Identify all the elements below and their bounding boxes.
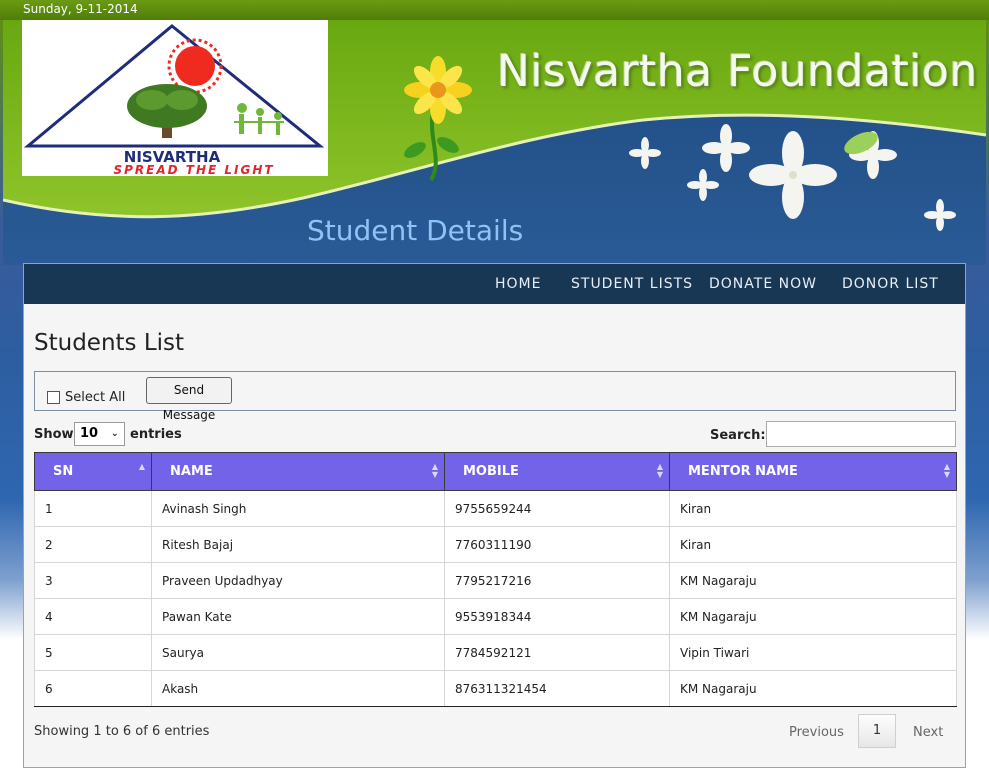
cell-mobile: 9755659244: [444, 490, 670, 527]
nav-donor-list[interactable]: DONOR LIST: [842, 276, 939, 292]
table-info: Showing 1 to 6 of 6 entries: [34, 724, 210, 739]
chevron-down-icon: ⌄: [110, 428, 119, 439]
table-row: 2 Ritesh Bajaj 7760311190 Kiran: [34, 526, 957, 563]
cell-name: Ritesh Bajaj: [151, 526, 445, 563]
students-table: SN ▲ NAME ▲ ▼ MOBILE ▲ ▼ MENTOR NAME ▲ ▼ 1 Avin…: [34, 452, 957, 707]
search-input[interactable]: [766, 421, 956, 447]
table-row: 6 Akash 876311321454 KM Nagaraju: [34, 670, 957, 707]
column-header-name[interactable]: NAME ▲ ▼: [151, 452, 445, 491]
cell-sn: 5: [34, 634, 152, 671]
cell-name: Saurya: [151, 634, 445, 671]
column-header-label: MOBILE: [463, 464, 519, 479]
cell-mobile: 7795217216: [444, 562, 670, 599]
entries-select-value: 10: [80, 426, 99, 441]
logo-tagline: SPREAD THE LIGHT: [113, 163, 274, 176]
logo-artwork: NISVARTHA SPREAD THE LIGHT: [22, 20, 328, 177]
table-row: 3 Praveen Updadhyay 7795217216 KM Nagara…: [34, 562, 957, 599]
table-row: 5 Saurya 7784592121 Vipin Tiwari: [34, 634, 957, 671]
column-header-label: SN: [53, 464, 74, 479]
entries-select[interactable]: 10 ⌄: [74, 422, 125, 446]
page-title: Student Details: [307, 214, 524, 247]
bulk-actions: Select All Send Message: [34, 371, 956, 422]
cell-sn: 6: [34, 670, 152, 707]
cell-name: Avinash Singh: [151, 490, 445, 527]
pagination-page-1[interactable]: 1: [858, 714, 896, 748]
cell-mobile: 7760311190: [444, 526, 670, 563]
cell-mobile: 9553918344: [444, 598, 670, 635]
column-header-mobile[interactable]: MOBILE ▲ ▼: [444, 452, 670, 491]
select-all-checkbox[interactable]: [47, 391, 60, 404]
cell-name: Praveen Updadhyay: [151, 562, 445, 599]
sort-icon: ▲ ▼: [431, 462, 438, 479]
cell-name: Akash: [151, 670, 445, 707]
sort-icon: ▲ ▼: [656, 462, 663, 479]
content-panel: HOME STUDENT LISTS DONATE NOW DONOR LIST…: [23, 263, 966, 768]
main-nav: HOME STUDENT LISTS DONATE NOW DONOR LIST: [24, 264, 965, 304]
nav-donate-now[interactable]: DONATE NOW: [709, 276, 817, 292]
show-label: Show: [34, 427, 74, 442]
cell-mobile: 7784592121: [444, 634, 670, 671]
column-header-label: NAME: [170, 464, 213, 479]
cell-mentor: KM Nagaraju: [669, 598, 957, 635]
send-message-button[interactable]: Send Message: [146, 377, 232, 422]
column-header-mentor-name[interactable]: MENTOR NAME ▲ ▼: [669, 452, 957, 491]
cell-sn: 1: [34, 490, 152, 527]
search-label: Search:: [710, 428, 766, 443]
sort-icon: ▲: [138, 462, 145, 471]
date-bar: Sunday, 9-11-2014: [0, 0, 989, 20]
list-title: Students List: [34, 330, 185, 356]
nav-student-lists[interactable]: STUDENT LISTS: [571, 276, 693, 292]
cell-mobile: 876311321454: [444, 670, 670, 707]
cell-name: Pawan Kate: [151, 598, 445, 635]
cell-sn: 4: [34, 598, 152, 635]
current-date: Sunday, 9-11-2014: [23, 2, 138, 16]
table-row: 4 Pawan Kate 9553918344 KM Nagaraju: [34, 598, 957, 635]
cell-mentor: KM Nagaraju: [669, 670, 957, 707]
column-header-sn[interactable]: SN ▲: [34, 452, 152, 491]
sort-icon: ▲ ▼: [943, 462, 950, 479]
entries-label: entries: [130, 427, 182, 442]
table-row: 1 Avinash Singh 9755659244 Kiran: [34, 490, 957, 527]
cell-mentor: Kiran: [669, 526, 957, 563]
cell-mentor: Vipin Tiwari: [669, 634, 957, 671]
logo[interactable]: NISVARTHA SPREAD THE LIGHT: [22, 20, 328, 177]
cell-sn: 3: [34, 562, 152, 599]
nav-home[interactable]: HOME: [495, 276, 541, 292]
site-title: Nisvartha Foundation: [497, 46, 978, 97]
cell-mentor: KM Nagaraju: [669, 562, 957, 599]
select-all-label[interactable]: Select All: [65, 390, 125, 405]
cell-mentor: Kiran: [669, 490, 957, 527]
pagination-previous[interactable]: Previous: [789, 725, 844, 740]
column-header-label: MENTOR NAME: [688, 464, 798, 479]
pagination-next[interactable]: Next: [913, 725, 943, 740]
cell-sn: 2: [34, 526, 152, 563]
